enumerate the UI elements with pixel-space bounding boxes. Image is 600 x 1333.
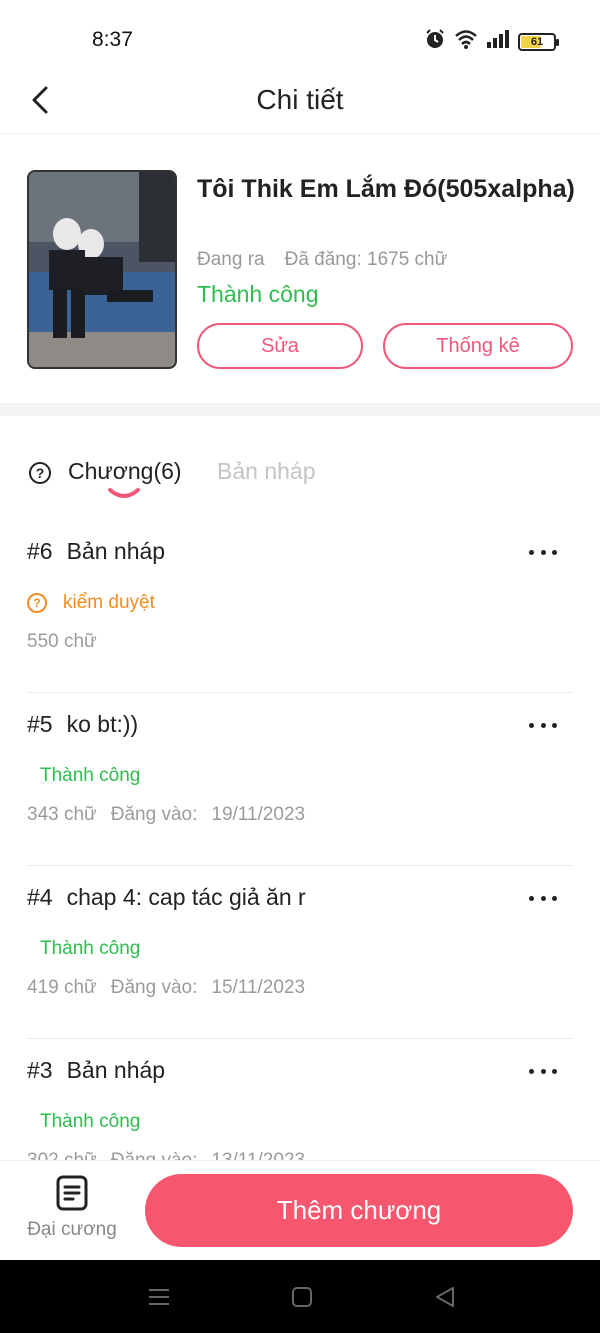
chapter-title: #6 Bản nháp bbox=[27, 538, 165, 565]
chapter-status-label: Thành công bbox=[40, 938, 141, 959]
add-chapter-button[interactable]: Thêm chương bbox=[145, 1174, 573, 1247]
menu-icon[interactable] bbox=[146, 1284, 172, 1310]
chapter-number: #3 bbox=[27, 1057, 53, 1083]
status-time: 8:37 bbox=[92, 28, 133, 51]
chapter-date: 13/11/2023 bbox=[211, 1150, 305, 1160]
chapter-item[interactable]: #4 chap 4: cap tác giả ăn r Thành công 4… bbox=[27, 866, 573, 1039]
chapter-name: Bản nháp bbox=[66, 538, 166, 564]
chapter-number: #6 bbox=[27, 538, 53, 564]
system-nav-bar bbox=[0, 1260, 600, 1333]
book-meta: Đang ra Đã đăng: 1675 chữ bbox=[197, 249, 447, 271]
chapter-status-label: Thành công bbox=[40, 1111, 141, 1132]
chapter-date: 19/11/2023 bbox=[211, 804, 306, 825]
home-icon[interactable] bbox=[289, 1284, 315, 1310]
app-header: Chi tiết bbox=[0, 70, 600, 134]
status-bar: 8:37 61 bbox=[0, 0, 600, 80]
wifi-icon bbox=[454, 29, 478, 54]
section-divider bbox=[0, 403, 600, 416]
chapter-posted-label: Đăng vào: bbox=[110, 804, 198, 825]
bottom-action-bar: Đại cương Thêm chương bbox=[0, 1160, 600, 1260]
chapter-title: #3 Bản nháp bbox=[27, 1057, 165, 1084]
book-card: Tôi Thik Em Lắm Đó(505xalpha) Đang ra Đã… bbox=[0, 135, 600, 403]
more-options-icon[interactable] bbox=[529, 713, 557, 737]
chapter-name: ko bt:)) bbox=[66, 711, 139, 737]
chapter-info: 302 chữ Đăng vào: 13/11/2023 bbox=[27, 1150, 305, 1160]
chapter-item[interactable]: #6 Bản nháp ? kiểm duyệt 550 chữ bbox=[27, 520, 573, 693]
chapter-name: Bản nháp bbox=[66, 1057, 166, 1083]
chapter-word-count: 343 chữ bbox=[27, 804, 97, 825]
tab-drafts[interactable]: Bản nháp bbox=[217, 458, 315, 485]
chapter-posted-label: Đăng vào: bbox=[111, 1150, 198, 1160]
outline-button[interactable]: Đại cương bbox=[22, 1175, 122, 1251]
chapter-status-label: Thành công bbox=[40, 765, 141, 786]
book-word-count: Đã đăng: 1675 chữ bbox=[284, 249, 448, 270]
chapter-word-count: 302 chữ bbox=[27, 1150, 97, 1160]
back-triangle-icon[interactable] bbox=[432, 1284, 458, 1310]
book-cover[interactable] bbox=[27, 170, 177, 369]
chapter-info: 343 chữ Đăng vào: 19/11/2023 bbox=[27, 804, 305, 826]
alarm-icon bbox=[424, 28, 446, 55]
help-icon[interactable]: ? bbox=[29, 462, 51, 484]
stats-button[interactable]: Thống kê bbox=[383, 323, 573, 369]
page-title: Chi tiết bbox=[256, 84, 344, 115]
question-icon: ? bbox=[27, 593, 47, 613]
chapter-list: #6 Bản nháp ? kiểm duyệt 550 chữ #5 ko b… bbox=[0, 520, 600, 1160]
book-status: Thành công bbox=[197, 281, 319, 307]
more-options-icon[interactable] bbox=[529, 886, 557, 910]
chapter-number: #5 bbox=[27, 711, 53, 737]
more-options-icon[interactable] bbox=[529, 540, 557, 564]
chapter-word-count: 550 chữ bbox=[27, 631, 97, 652]
outline-label: Đại cương bbox=[27, 1219, 117, 1240]
tab-chapters[interactable]: Chương(6) bbox=[68, 458, 182, 485]
battery-icon: 61 bbox=[518, 32, 559, 51]
chapter-info: 550 chữ bbox=[27, 631, 97, 653]
chapter-title: #5 ko bt:)) bbox=[27, 711, 138, 738]
chapter-status: ? kiểm duyệt bbox=[27, 592, 155, 614]
book-state: Đang ra bbox=[197, 249, 265, 270]
active-tab-indicator bbox=[108, 488, 140, 498]
chapter-number: #4 bbox=[27, 884, 53, 910]
document-icon bbox=[56, 1175, 88, 1211]
chapter-name: chap 4: cap tác giả ăn r bbox=[66, 884, 306, 910]
chapter-info: 419 chữ Đăng vào: 15/11/2023 bbox=[27, 977, 305, 999]
chapter-item[interactable]: #5 ko bt:)) Thành công 343 chữ Đăng vào:… bbox=[27, 693, 573, 866]
book-title: Tôi Thik Em Lắm Đó(505xalpha) bbox=[197, 175, 575, 203]
chapter-posted-label: Đăng vào: bbox=[110, 977, 198, 998]
chapter-tabs: ? Chương(6) Bản nháp bbox=[0, 446, 600, 510]
more-options-icon[interactable] bbox=[529, 1059, 557, 1083]
status-icons: 61 bbox=[424, 28, 559, 55]
chapter-date: 15/11/2023 bbox=[211, 977, 306, 998]
chapter-title: #4 chap 4: cap tác giả ăn r bbox=[27, 884, 306, 911]
chapter-item[interactable]: #3 Bản nháp Thành công 302 chữ Đăng vào:… bbox=[27, 1039, 573, 1160]
chapter-word-count: 419 chữ bbox=[27, 977, 97, 998]
edit-button[interactable]: Sửa bbox=[197, 323, 363, 369]
signal-icon bbox=[486, 30, 510, 53]
chapter-status-label: kiểm duyệt bbox=[63, 592, 155, 613]
